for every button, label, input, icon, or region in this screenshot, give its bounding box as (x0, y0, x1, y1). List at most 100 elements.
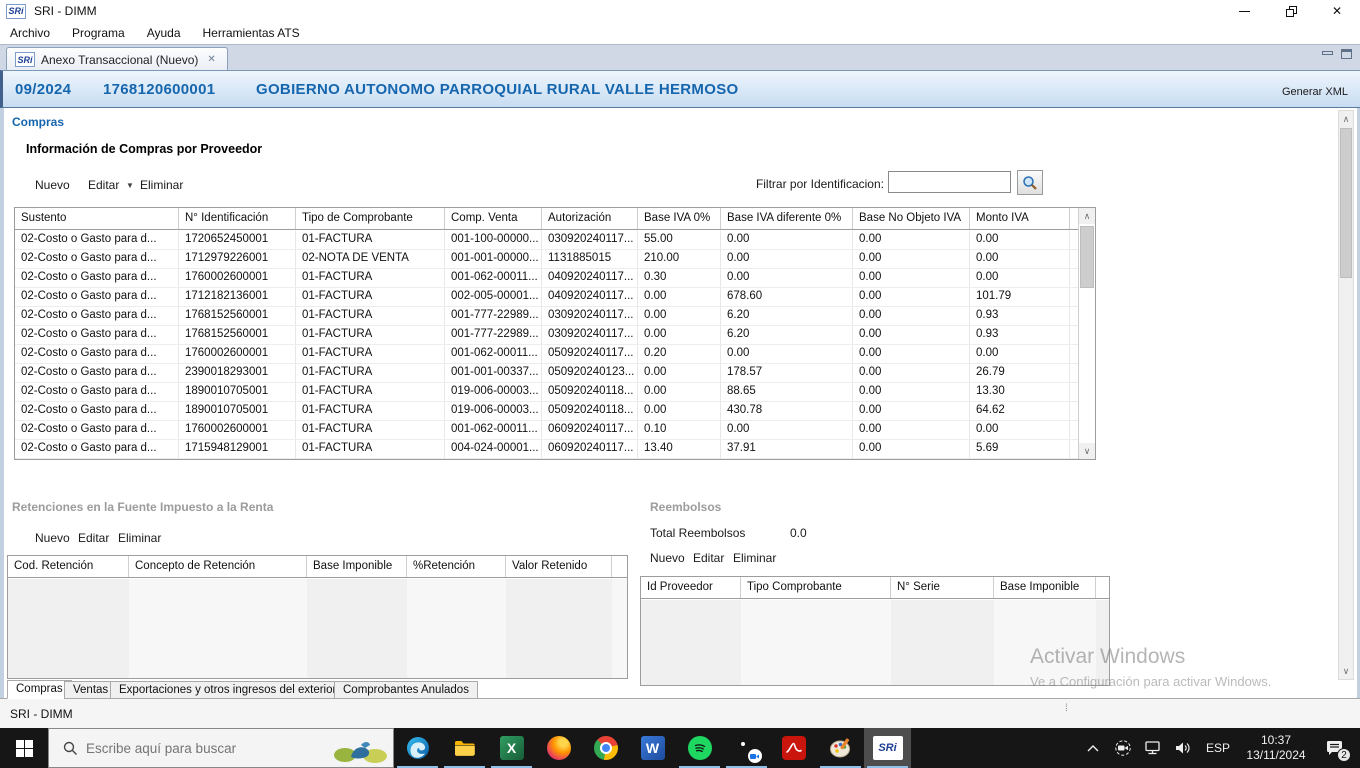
column-header[interactable]: %Retención (407, 556, 506, 577)
taskbar-acrobat-icon[interactable] (770, 728, 817, 768)
table-row[interactable]: 02-Costo o Gasto para d... 1715948129001 0… (15, 440, 1078, 459)
taskbar-excel-icon[interactable]: X (488, 728, 535, 768)
column-header[interactable]: Base IVA diferente 0% (721, 208, 853, 229)
table-cell: 02-Costo o Gasto para d... (15, 440, 179, 458)
table-cell: 430.78 (721, 402, 853, 420)
taskbar-sri-icon[interactable]: SRi (864, 728, 911, 768)
reembolsos-eliminar-button[interactable]: Eliminar (733, 551, 776, 565)
taskbar-edge-icon[interactable] (394, 728, 441, 768)
table-row[interactable]: 02-Costo o Gasto para d... 1890010705001 0… (15, 383, 1078, 402)
tab-exportaciones[interactable]: Exportaciones y otros ingresos del exter… (110, 681, 346, 699)
meet-icon (735, 736, 762, 763)
tray-network-icon[interactable] (1140, 728, 1166, 768)
compras-table-scrollbar[interactable]: ∧ ∨ (1078, 208, 1095, 459)
table-cell: 0.00 (638, 383, 721, 401)
retenciones-nuevo-button[interactable]: Nuevo (35, 531, 70, 545)
retenciones-editar-button[interactable]: Editar (78, 531, 109, 545)
column-header[interactable]: Autorización (542, 208, 638, 229)
column-header[interactable]: Concepto de Retención (129, 556, 307, 577)
menu-programa[interactable]: Programa (61, 26, 136, 40)
taskbar-firefox-icon[interactable] (535, 728, 582, 768)
restore-icon[interactable] (1268, 0, 1314, 22)
taskbar-meet-icon[interactable] (723, 728, 770, 768)
taskbar-spotify-icon[interactable] (676, 728, 723, 768)
column-header[interactable]: Base Imponible (307, 556, 407, 577)
search-input[interactable] (86, 740, 296, 756)
tray-notifications-icon[interactable]: 2 (1316, 728, 1354, 768)
column-header[interactable]: Tipo de Comprobante (296, 208, 445, 229)
screen: SRi SRI - DIMM ✕ Archivo Programa Ayuda … (0, 0, 1360, 768)
panel-minimize-icon[interactable] (1322, 51, 1333, 55)
column-header[interactable]: Monto IVA (970, 208, 1070, 229)
taskbar-explorer-icon[interactable] (441, 728, 488, 768)
table-row[interactable]: 02-Costo o Gasto para d... 1760002600001 0… (15, 269, 1078, 288)
table-row[interactable]: 02-Costo o Gasto para d... 1720652450001 0… (15, 231, 1078, 250)
table-cell: 050920240118... (542, 383, 638, 401)
scroll-up-icon[interactable]: ∧ (1079, 208, 1095, 224)
compras-eliminar-button[interactable]: Eliminar (140, 178, 183, 192)
table-row[interactable]: 02-Costo o Gasto para d... 2390018293001 0… (15, 364, 1078, 383)
tab-anexo-transaccional[interactable]: SRi Anexo Transaccional (Nuevo) ✕ (6, 47, 228, 71)
table-cell: 1760002600001 (179, 345, 296, 363)
filter-input[interactable] (888, 171, 1011, 193)
table-row[interactable]: 02-Costo o Gasto para d... 1760002600001 0… (15, 421, 1078, 440)
tray-language-indicator[interactable]: ESP (1200, 741, 1236, 755)
reembolsos-table-body (641, 600, 1109, 685)
reembolsos-editar-button[interactable]: Editar (693, 551, 724, 565)
minimize-icon[interactable] (1222, 0, 1268, 22)
weather-widget-icon[interactable] (331, 731, 389, 765)
column-header[interactable]: Sustento (15, 208, 179, 229)
close-icon[interactable]: ✕ (1314, 0, 1360, 22)
menu-ayuda[interactable]: Ayuda (136, 26, 192, 40)
excel-icon: X (499, 736, 524, 760)
compras-editar-button[interactable]: Editar (88, 178, 119, 192)
chrome-icon (593, 736, 618, 760)
editar-dropdown-arrow-icon[interactable]: ▼ (126, 181, 134, 190)
scrollbar-thumb[interactable] (1340, 128, 1352, 278)
generar-xml-button[interactable]: Generar XML (1282, 86, 1348, 98)
column-header-filler (1070, 208, 1078, 229)
taskbar-paint-icon[interactable] (817, 728, 864, 768)
table-row[interactable]: 02-Costo o Gasto para d... 1712979226001 0… (15, 250, 1078, 269)
table-row[interactable]: 02-Costo o Gasto para d... 1712182136001 0… (15, 288, 1078, 307)
tray-chevron-up-icon[interactable] (1080, 728, 1106, 768)
table-row[interactable]: 02-Costo o Gasto para d... 1768152560001 0… (15, 307, 1078, 326)
filter-search-button[interactable] (1017, 170, 1043, 195)
taskbar-word-icon[interactable]: W (629, 728, 676, 768)
column-header[interactable]: N° Serie (891, 577, 994, 598)
tray-clock[interactable]: 10:37 13/11/2024 (1240, 733, 1312, 763)
scrollbar-thumb[interactable] (1080, 226, 1094, 288)
column-header[interactable]: Cod. Retención (8, 556, 129, 577)
column-header[interactable]: Id Proveedor (641, 577, 741, 598)
taskbar-search[interactable] (48, 728, 394, 768)
table-row[interactable]: 02-Costo o Gasto para d... 1760002600001 0… (15, 345, 1078, 364)
reembolsos-nuevo-button[interactable]: Nuevo (650, 551, 685, 565)
compras-nuevo-button[interactable]: Nuevo (35, 178, 70, 192)
status-splitter[interactable]: ⁞ (1065, 704, 1068, 714)
tab-comprobantes-anulados[interactable]: Comprobantes Anulados (334, 681, 478, 699)
menu-herramientas-ats[interactable]: Herramientas ATS (192, 26, 311, 40)
tray-volume-icon[interactable] (1170, 728, 1196, 768)
scroll-down-icon[interactable]: ∨ (1079, 443, 1095, 459)
table-row[interactable]: 02-Costo o Gasto para d... 1890010705001 0… (15, 402, 1078, 421)
menu-archivo[interactable]: Archivo (0, 26, 61, 40)
column-header[interactable]: Comp. Venta (445, 208, 542, 229)
column-header[interactable]: Tipo Comprobante (741, 577, 891, 598)
table-row[interactable]: 02-Costo o Gasto para d... 1768152560001 0… (15, 326, 1078, 345)
column-header[interactable]: Valor Retenido (506, 556, 612, 577)
panel-maximize-icon[interactable] (1341, 49, 1352, 59)
start-button[interactable] (0, 728, 48, 768)
tab-close-icon[interactable]: ✕ (204, 53, 218, 66)
tab-compras[interactable]: Compras (7, 680, 72, 699)
taskbar-chrome-icon[interactable] (582, 728, 629, 768)
column-header[interactable]: Base Imponible (994, 577, 1096, 598)
column-header[interactable]: Base IVA 0% (638, 208, 721, 229)
column-header[interactable]: Base No Objeto IVA (853, 208, 970, 229)
scroll-up-icon[interactable]: ∧ (1339, 111, 1353, 127)
retenciones-eliminar-button[interactable]: Eliminar (118, 531, 161, 545)
scroll-down-icon[interactable]: ∨ (1339, 663, 1353, 679)
table-cell: 178.57 (721, 364, 853, 382)
content-scrollbar[interactable]: ∧ ∨ (1338, 110, 1354, 680)
tray-meet-now-icon[interactable] (1110, 728, 1136, 768)
column-header[interactable]: N° Identificación (179, 208, 296, 229)
